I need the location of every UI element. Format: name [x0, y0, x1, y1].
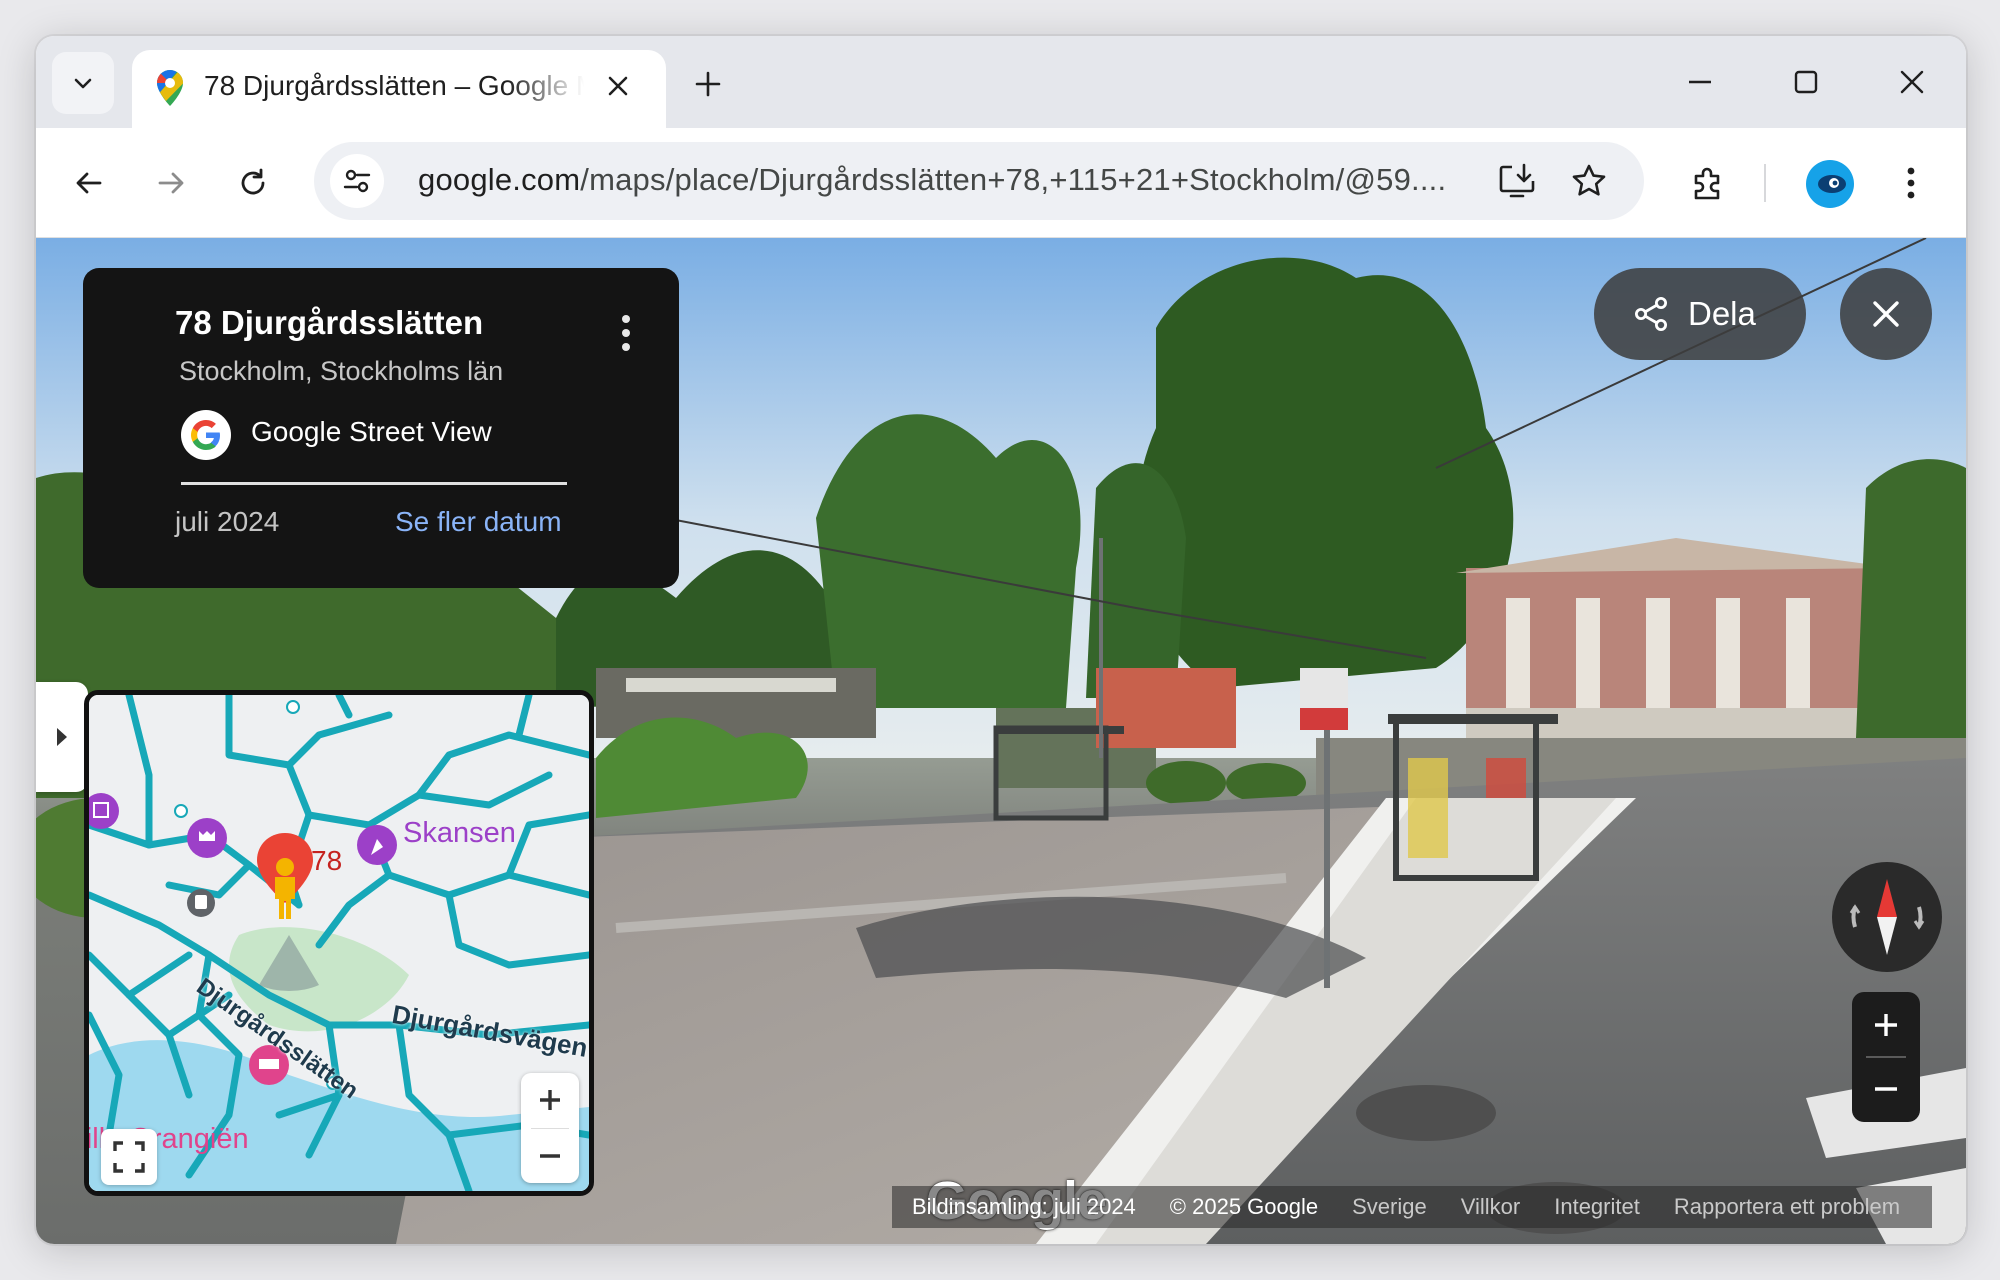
street-view-panorama[interactable]: 78 Djurgårdsslätten Stockholm, Stockholm…: [36, 238, 1966, 1244]
tab-title: 78 Djurgårdsslätten – Google Maps: [204, 70, 584, 101]
close-icon: [1873, 301, 1899, 327]
map-tiles: [89, 695, 589, 1191]
place-subtitle: Stockholm, Stockholms län: [179, 356, 504, 386]
arrow-right-icon: [158, 172, 184, 194]
url-text[interactable]: google.com/maps/place/Djurgårdsslätten+7…: [418, 162, 1478, 202]
active-tab[interactable]: 78 Djurgårdsslätten – Google Maps: [132, 50, 666, 130]
toolbar-separator: [1764, 164, 1766, 202]
map-place-number: 78: [311, 845, 343, 876]
privacy-link[interactable]: Integritet: [1554, 1194, 1640, 1220]
profile-icon: [1818, 175, 1846, 193]
tab-close-button[interactable]: [598, 66, 638, 106]
share-label: Dela: [1688, 295, 1756, 332]
profile-avatar-button[interactable]: [1806, 160, 1854, 208]
star-icon: [1572, 164, 1606, 196]
minus-icon: [540, 1154, 560, 1158]
country-link[interactable]: Sverige: [1352, 1194, 1427, 1220]
back-button[interactable]: [64, 158, 114, 208]
see-more-dates-link[interactable]: Se fler datum: [395, 506, 562, 538]
copyright: © 2025 Google: [1169, 1194, 1319, 1219]
reload-icon: [241, 168, 265, 195]
minimap-expand-button[interactable]: [101, 1129, 157, 1185]
chevron-down-icon: [74, 78, 92, 89]
bookmark-button[interactable]: [1564, 156, 1614, 206]
dot: [622, 329, 630, 337]
minimize-icon: [1689, 80, 1711, 84]
arrow-left-icon: [76, 172, 102, 194]
url-path: /maps/place/Djurgårdsslätten+78,+115+21+…: [580, 162, 1447, 197]
minus-icon: [1875, 1087, 1897, 1091]
plus-icon: [695, 71, 721, 97]
tune-icon: [343, 169, 371, 193]
image-capture-date: Bildinsamling: juli 2024: [912, 1194, 1136, 1219]
caret-right-icon: [57, 728, 67, 746]
tab-search-button[interactable]: [52, 52, 114, 114]
fullscreen-icon: [113, 1141, 145, 1173]
more-options-button[interactable]: [611, 308, 641, 358]
compass-control[interactable]: [1832, 862, 1942, 972]
close-street-view-button[interactable]: [1840, 268, 1932, 360]
capture-date: juli 2024: [175, 506, 280, 537]
google-logo-icon: [181, 410, 231, 460]
plus-icon: [1875, 1014, 1897, 1036]
zoom-in-button[interactable]: [1852, 994, 1920, 1056]
street-view-zoom-control: [1852, 992, 1920, 1122]
minimap-collapse-button[interactable]: [36, 682, 88, 792]
minimap-zoom-out-button[interactable]: [521, 1129, 579, 1183]
browser-window: 78 Djurgårdsslätten – Google Maps: [36, 36, 1966, 1244]
more-vert-icon: [1907, 167, 1915, 199]
share-button[interactable]: Dela: [1594, 268, 1806, 360]
extensions-button[interactable]: [1684, 158, 1734, 208]
attribution-bar: Bildinsamling: juli 2024 © 2025 Google S…: [892, 1186, 1932, 1228]
card-divider: [181, 482, 567, 485]
maps-pin-icon: [154, 68, 186, 113]
new-tab-button[interactable]: [686, 62, 730, 106]
plus-icon: [540, 1090, 560, 1110]
dot: [622, 315, 630, 323]
share-icon: [1632, 295, 1670, 333]
close-icon: [608, 76, 628, 96]
zoom-out-button[interactable]: [1852, 1058, 1920, 1120]
tab-strip: 78 Djurgårdsslätten – Google Maps: [36, 36, 1966, 130]
maximize-icon: [1794, 70, 1818, 94]
minimap-zoom-in-button[interactable]: [521, 1073, 579, 1127]
address-bar[interactable]: google.com/maps/place/Djurgårdsslätten+7…: [314, 142, 1644, 220]
browser-menu-button[interactable]: [1886, 158, 1936, 208]
place-title: 78 Djurgårdsslätten: [175, 304, 484, 341]
dot: [622, 343, 630, 351]
minimize-button[interactable]: [1670, 54, 1730, 110]
install-app-button[interactable]: [1492, 156, 1542, 206]
puzzle-icon: [1694, 167, 1720, 200]
forward-button[interactable]: [146, 158, 196, 208]
report-problem-link[interactable]: Rapportera ett problem: [1674, 1194, 1900, 1220]
mini-map[interactable]: 78 Skansen Djurgårdsslätten Djurgårdsväg…: [84, 690, 594, 1196]
maximize-button[interactable]: [1776, 54, 1836, 110]
map-label-skansen[interactable]: Skansen: [403, 817, 516, 850]
close-icon: [1900, 70, 1924, 94]
terms-link[interactable]: Villkor: [1461, 1194, 1521, 1220]
close-window-button[interactable]: [1882, 54, 1942, 110]
minimap-zoom-control: [521, 1073, 579, 1183]
url-host: google.com: [418, 162, 581, 197]
reload-button[interactable]: [228, 158, 278, 208]
site-info-button[interactable]: [330, 154, 384, 208]
install-icon: [1499, 163, 1535, 198]
place-info-card: 78 Djurgårdsslätten Stockholm, Stockholm…: [83, 268, 679, 588]
compass-icon: [1849, 879, 1925, 955]
provider-name: Google Street View: [251, 416, 492, 447]
browser-toolbar: google.com/maps/place/Djurgårdsslätten+7…: [36, 128, 1966, 238]
